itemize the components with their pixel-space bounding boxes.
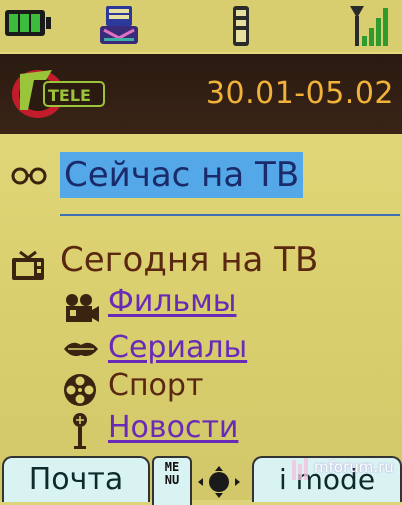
now-on-tv-link[interactable]: Сейчас на ТВ — [60, 152, 304, 198]
tele-logo: TELE — [12, 70, 105, 118]
battery-icon — [5, 10, 51, 36]
lips-icon — [64, 342, 98, 357]
app-header: TELE 30.01-05.02 — [0, 54, 402, 134]
mforum-logo — [292, 458, 308, 480]
menu-item-news[interactable]: Новости — [108, 410, 238, 445]
film-reel-icon — [64, 374, 96, 406]
status-bar — [0, 0, 402, 52]
phone-screen: TELE 30.01-05.02 Сейчас на ТВ Сегодня на… — [0, 0, 402, 505]
svg-text:TELE: TELE — [48, 86, 91, 105]
menu-softkey[interactable]: ME NU — [152, 456, 192, 505]
film-camera-icon — [66, 294, 99, 322]
menu-softkey-label: ME NU — [164, 460, 180, 487]
mail-softkey[interactable]: Почта — [2, 456, 150, 502]
today-on-tv-heading: Сегодня на ТВ — [60, 240, 319, 280]
imode-indicator-icon — [233, 6, 249, 46]
tv-icon — [12, 250, 44, 280]
microphone-icon — [73, 413, 87, 449]
glasses-icon — [11, 167, 47, 185]
mail-icon — [100, 6, 138, 44]
watermark: mforum.ru — [314, 458, 394, 476]
menu-item-films[interactable]: Фильмы — [108, 284, 237, 319]
menu-item-sport[interactable]: Спорт — [108, 368, 203, 403]
dpad-icon[interactable] — [194, 462, 244, 500]
date-range: 30.01-05.02 — [205, 76, 394, 111]
signal-strength-icon — [350, 6, 388, 46]
section-divider — [60, 214, 400, 216]
menu-item-serials[interactable]: Сериалы — [108, 330, 247, 365]
